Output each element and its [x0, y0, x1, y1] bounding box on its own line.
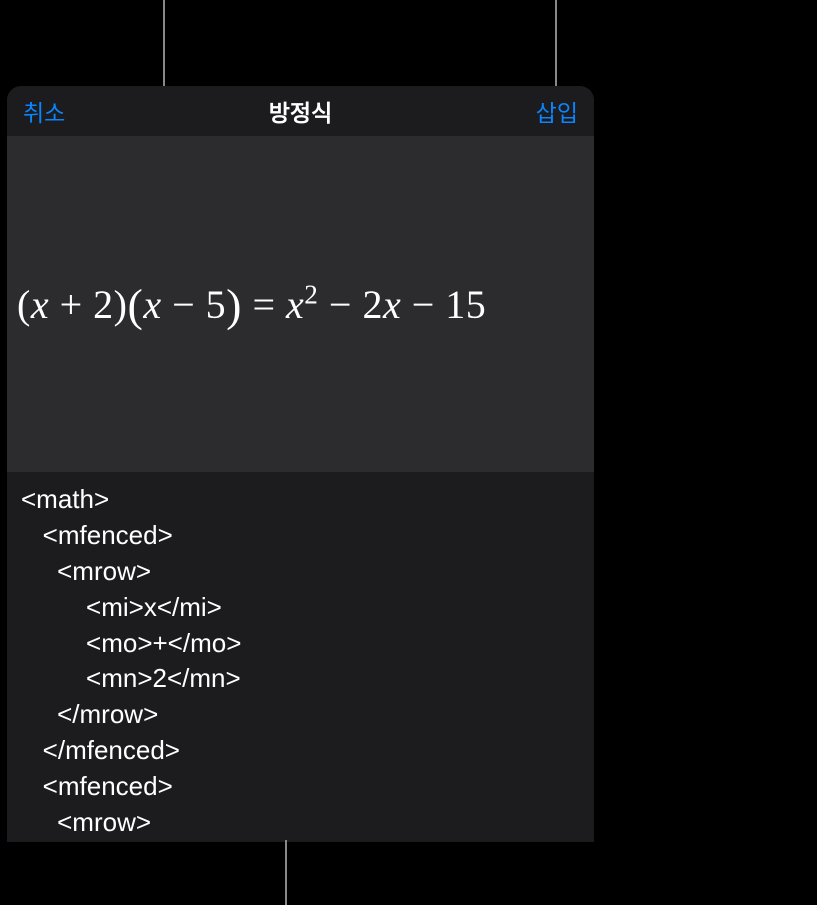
- variable-x-1: x: [31, 282, 49, 327]
- modal-header: 취소 방정식 삽입: [7, 86, 594, 136]
- number-15: 15: [445, 282, 486, 327]
- operator-minus-3: −: [401, 282, 445, 327]
- variable-x-2: x: [143, 282, 161, 327]
- operator-equals: =: [242, 282, 286, 327]
- operator-minus-2: −: [318, 282, 362, 327]
- code-line-1: <math>: [21, 484, 109, 514]
- left-paren-1: (: [17, 282, 31, 327]
- code-line-6: <mn>2</mn>: [21, 663, 241, 693]
- code-line-7: </mrow>: [21, 699, 158, 729]
- number-2: 2: [93, 282, 114, 327]
- exponent-2: 2: [304, 279, 318, 309]
- callout-line-code: [285, 840, 287, 905]
- equation-preview: (x + 2)(x − 5) = x2 − 2x − 15: [17, 281, 486, 328]
- right-paren-2: ): [226, 279, 242, 330]
- operator-minus-1: −: [162, 282, 206, 327]
- variable-x-4: x: [383, 282, 401, 327]
- code-line-2: <mfenced>: [21, 520, 173, 550]
- code-line-4: <mi>x</mi>: [21, 592, 222, 622]
- insert-button[interactable]: 삽입: [536, 94, 578, 128]
- code-line-5: <mo>+</mo>: [21, 628, 241, 658]
- equation-editor-modal: 취소 방정식 삽입 (x + 2)(x − 5) = x2 − 2x − 15 …: [7, 86, 594, 842]
- code-line-8: </mfenced>: [21, 735, 180, 765]
- left-paren-2: (: [127, 279, 143, 330]
- variable-x-3: x: [286, 282, 304, 327]
- coefficient-2: 2: [362, 282, 383, 327]
- cancel-button[interactable]: 취소: [23, 94, 65, 128]
- code-line-10: <mrow>: [21, 807, 151, 837]
- callout-line-insert: [555, 0, 557, 86]
- number-5: 5: [206, 282, 227, 327]
- operator-plus: +: [49, 282, 93, 327]
- equation-preview-area: (x + 2)(x − 5) = x2 − 2x − 15: [7, 136, 594, 472]
- code-line-9: <mfenced>: [21, 771, 173, 801]
- code-line-3: <mrow>: [21, 556, 151, 586]
- modal-title: 방정식: [269, 94, 332, 128]
- mathml-code-editor[interactable]: <math> <mfenced> <mrow> <mi>x</mi> <mo>+…: [7, 472, 594, 842]
- right-paren-1: ): [114, 282, 128, 327]
